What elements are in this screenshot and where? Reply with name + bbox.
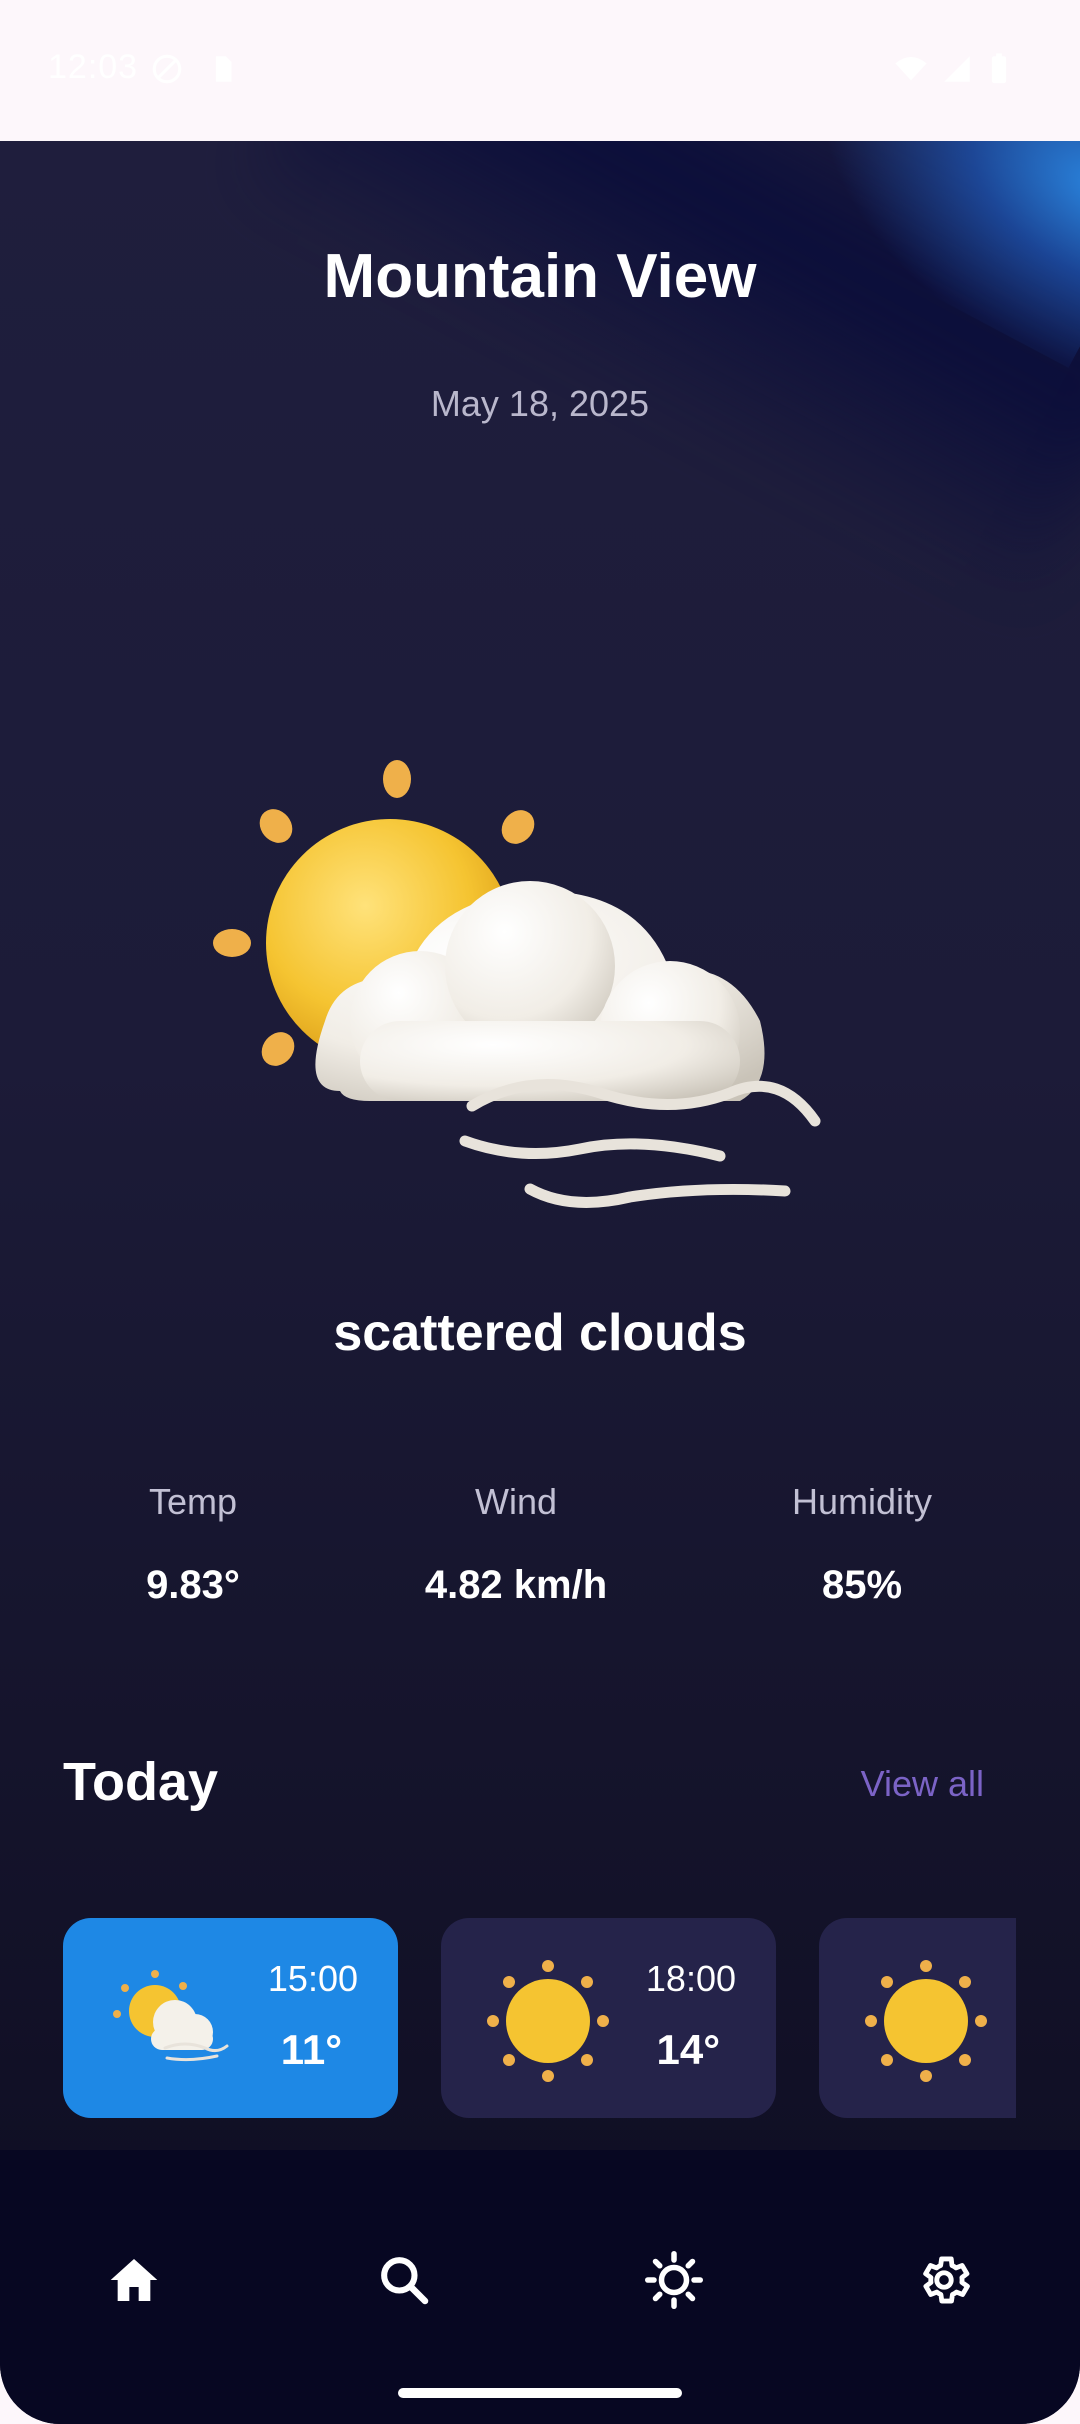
stat-humidity-label: Humidity	[791, 1481, 933, 1522]
hourly-forecast-list[interactable]: 15:00 11° 18:00 14°	[63, 1918, 1016, 2118]
nav-settings[interactable]	[884, 2220, 1004, 2340]
stat-humidity: Humidity 85%	[712, 1481, 1012, 1608]
sun-cloud-wind-icon	[113, 1970, 229, 2062]
sun-cloud-wind-icon	[213, 760, 821, 1208]
current-date: May 18, 2025	[430, 383, 650, 424]
weather-description: scattered clouds	[333, 1304, 747, 1362]
search-icon	[381, 2257, 429, 2305]
city-name: Mountain View	[323, 242, 757, 311]
stat-temp-value: 9.83°	[146, 1563, 240, 1607]
today-section-title: Today	[63, 1752, 219, 1812]
hourly-card[interactable]: 18:00 14°	[441, 1918, 776, 2118]
wifi-icon	[895, 56, 927, 81]
nav-search[interactable]	[344, 2220, 464, 2340]
nav-home[interactable]	[74, 2220, 194, 2340]
sun-icon	[865, 1960, 987, 2082]
status-time: 12:03	[48, 48, 139, 86]
brightness-icon	[645, 2251, 703, 2309]
do-not-disturb-icon	[152, 54, 182, 84]
stat-wind-value: 4.82 km/h	[424, 1563, 608, 1607]
phone-screen: 12:03 Mountain View May 18, 2025 scatter…	[0, 0, 1080, 2424]
status-bar: 12:03	[0, 0, 1080, 141]
settings-icon	[923, 2256, 970, 2304]
stat-wind: Wind 4.82 km/h	[366, 1481, 666, 1608]
home-icon	[110, 2259, 158, 2301]
stat-wind-label: Wind	[474, 1481, 558, 1522]
sim-card-icon	[215, 56, 232, 82]
hourly-card[interactable]: 15:00 11°	[63, 1918, 398, 2118]
stat-temp-label: Temp	[148, 1481, 238, 1522]
hourly-card-time: 18:00	[645, 1958, 736, 1999]
home-gesture-bar[interactable]	[398, 2388, 682, 2398]
nav-brightness[interactable]	[614, 2220, 734, 2340]
hourly-card-temp: 14°	[656, 2026, 720, 2073]
hourly-card-temp: 11°	[280, 2026, 342, 2073]
sun-icon	[487, 1960, 609, 2082]
battery-icon	[991, 53, 1007, 84]
stat-humidity-value: 85%	[821, 1563, 903, 1607]
hourly-card-time: 15:00	[267, 1958, 358, 1999]
hourly-card[interactable]	[819, 1918, 1016, 2118]
stat-temp: Temp 9.83°	[43, 1481, 343, 1608]
signal-icon	[944, 56, 970, 82]
view-all-link[interactable]: View all	[861, 1763, 984, 1805]
